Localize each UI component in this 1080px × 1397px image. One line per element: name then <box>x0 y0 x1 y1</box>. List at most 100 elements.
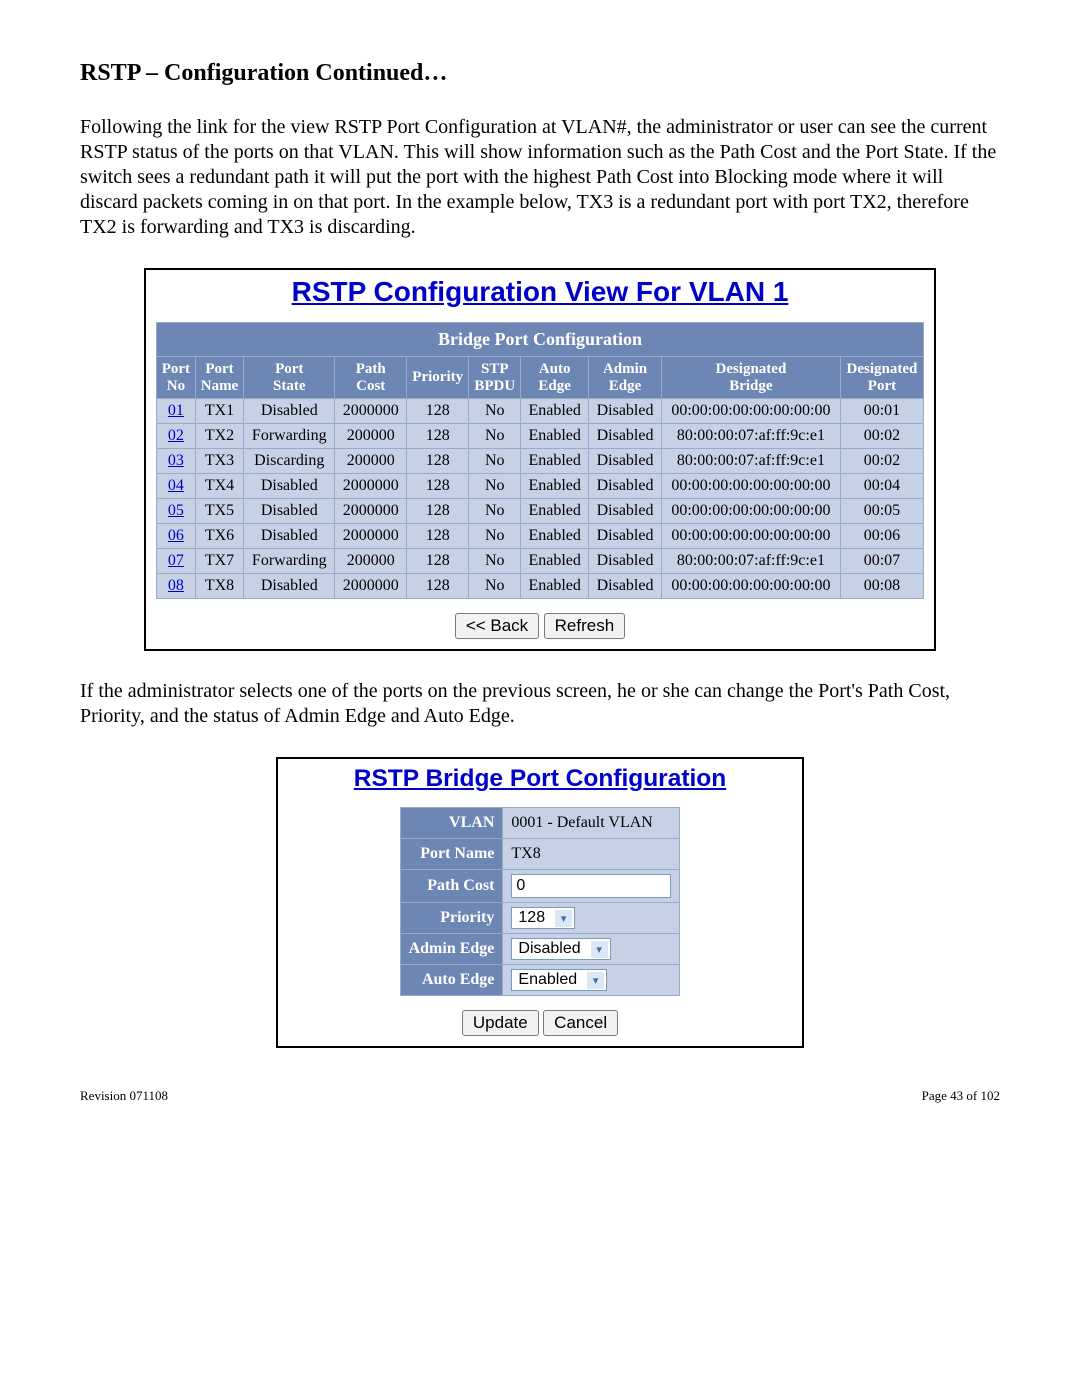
port-link[interactable]: 01 <box>168 402 184 419</box>
table-cell: 00:00:00:00:00:00:00:00 <box>661 499 840 524</box>
table-cell: Forwarding <box>244 424 335 449</box>
autoedge-select[interactable]: Enabled ▾ <box>511 969 607 991</box>
table-cell: TX3 <box>195 449 243 474</box>
table-cell: 2000000 <box>335 399 407 424</box>
table-cell: 2000000 <box>335 524 407 549</box>
table-cell: TX5 <box>195 499 243 524</box>
adminedge-value: Disabled <box>518 940 590 958</box>
table-cell: 00:00:00:00:00:00:00:00 <box>661 574 840 599</box>
port-link[interactable]: 03 <box>168 452 184 469</box>
table-cell: Disabled <box>244 474 335 499</box>
table1-col-header: PortNo <box>157 357 196 399</box>
table-cell: 200000 <box>335 449 407 474</box>
table1-col-header: PortName <box>195 357 243 399</box>
table-cell: TX7 <box>195 549 243 574</box>
table-cell: 80:00:00:07:af:ff:9c:e1 <box>661 424 840 449</box>
table-cell: 00:05 <box>840 499 923 524</box>
table-row: 07TX7Forwarding200000128NoEnabledDisable… <box>157 549 924 574</box>
table-cell: 2000000 <box>335 499 407 524</box>
intro-paragraph-1: Following the link for the view RSTP Por… <box>80 115 1000 240</box>
adminedge-label: Admin Edge <box>400 934 503 965</box>
table-cell: Enabled <box>521 424 589 449</box>
port-link[interactable]: 05 <box>168 502 184 519</box>
adminedge-select[interactable]: Disabled ▾ <box>511 938 610 960</box>
port-link[interactable]: 02 <box>168 427 184 444</box>
table1-col-header: PathCost <box>335 357 407 399</box>
table1-col-header: AutoEdge <box>521 357 589 399</box>
priority-select[interactable]: 128 ▾ <box>511 907 575 929</box>
rstp-bridge-port-config-panel: RSTP Bridge Port Configuration VLAN 0001… <box>276 757 804 1048</box>
table-cell: Disabled <box>589 424 662 449</box>
chevron-down-icon: ▾ <box>555 910 572 927</box>
back-button[interactable]: << Back <box>455 613 539 639</box>
table1-col-header: PortState <box>244 357 335 399</box>
autoedge-value: Enabled <box>518 971 587 989</box>
table-cell: Enabled <box>521 449 589 474</box>
vlan-value: 0001 - Default VLAN <box>503 808 680 839</box>
table-cell: Disabled <box>589 549 662 574</box>
port-link[interactable]: 06 <box>168 527 184 544</box>
table-cell: No <box>469 499 521 524</box>
footer-page: Page 43 of 102 <box>922 1088 1000 1104</box>
table-cell: 128 <box>407 474 469 499</box>
table-cell: Disabled <box>589 449 662 474</box>
table-cell: 00:06 <box>840 524 923 549</box>
table-cell: Enabled <box>521 474 589 499</box>
autoedge-label: Auto Edge <box>400 965 503 996</box>
table-cell: 2000000 <box>335 574 407 599</box>
panel1-title-link[interactable]: RSTP Configuration View For VLAN 1 <box>292 276 789 307</box>
port-link[interactable]: 04 <box>168 477 184 494</box>
portname-value: TX8 <box>503 839 680 870</box>
table-cell: No <box>469 449 521 474</box>
portname-label: Port Name <box>400 839 503 870</box>
table-cell: 128 <box>407 549 469 574</box>
cancel-button[interactable]: Cancel <box>543 1010 618 1036</box>
table-cell: 128 <box>407 499 469 524</box>
table-cell: 200000 <box>335 424 407 449</box>
table-cell: Disabled <box>589 474 662 499</box>
table-cell: No <box>469 424 521 449</box>
table-cell: Disabled <box>244 499 335 524</box>
table-row: 02TX2Forwarding200000128NoEnabledDisable… <box>157 424 924 449</box>
table-cell: 00:00:00:00:00:00:00:00 <box>661 399 840 424</box>
table-cell: 2000000 <box>335 474 407 499</box>
chevron-down-icon: ▾ <box>587 972 604 989</box>
table1-col-header: STPBPDU <box>469 357 521 399</box>
table1-col-header: DesignatedPort <box>840 357 923 399</box>
table-cell: 00:00:00:00:00:00:00:00 <box>661 474 840 499</box>
table-cell: No <box>469 549 521 574</box>
table-cell: Enabled <box>521 499 589 524</box>
table-cell: 00:01 <box>840 399 923 424</box>
table-cell: No <box>469 399 521 424</box>
table-cell: No <box>469 524 521 549</box>
port-link[interactable]: 07 <box>168 552 184 569</box>
table-cell: TX6 <box>195 524 243 549</box>
table-row: 04TX4Disabled2000000128NoEnabledDisabled… <box>157 474 924 499</box>
table-cell: 00:02 <box>840 424 923 449</box>
table-cell: Enabled <box>521 574 589 599</box>
panel2-title-link[interactable]: RSTP Bridge Port Configuration <box>354 765 727 792</box>
port-link[interactable]: 08 <box>168 577 184 594</box>
table-cell: Enabled <box>521 524 589 549</box>
priority-value: 128 <box>518 909 555 927</box>
table-cell: 80:00:00:07:af:ff:9c:e1 <box>661 549 840 574</box>
refresh-button[interactable]: Refresh <box>544 613 626 639</box>
chevron-down-icon: ▾ <box>591 941 608 958</box>
table-cell: 00:07 <box>840 549 923 574</box>
table-row: 06TX6Disabled2000000128NoEnabledDisabled… <box>157 524 924 549</box>
pathcost-input[interactable] <box>511 874 671 898</box>
table-cell: TX4 <box>195 474 243 499</box>
table-cell: Disabled <box>244 399 335 424</box>
table-cell: Disabled <box>589 524 662 549</box>
intro-paragraph-2: If the administrator selects one of the … <box>80 679 1000 729</box>
table-cell: Forwarding <box>244 549 335 574</box>
table1-caption: Bridge Port Configuration <box>157 323 924 357</box>
table-cell: Disabled <box>589 574 662 599</box>
table-cell: Enabled <box>521 549 589 574</box>
table-cell: Disabled <box>589 399 662 424</box>
table-cell: 00:02 <box>840 449 923 474</box>
section-heading: RSTP – Configuration Continued… <box>80 60 1000 87</box>
table-cell: Disabled <box>244 524 335 549</box>
update-button[interactable]: Update <box>462 1010 539 1036</box>
table-cell: Disabled <box>244 574 335 599</box>
